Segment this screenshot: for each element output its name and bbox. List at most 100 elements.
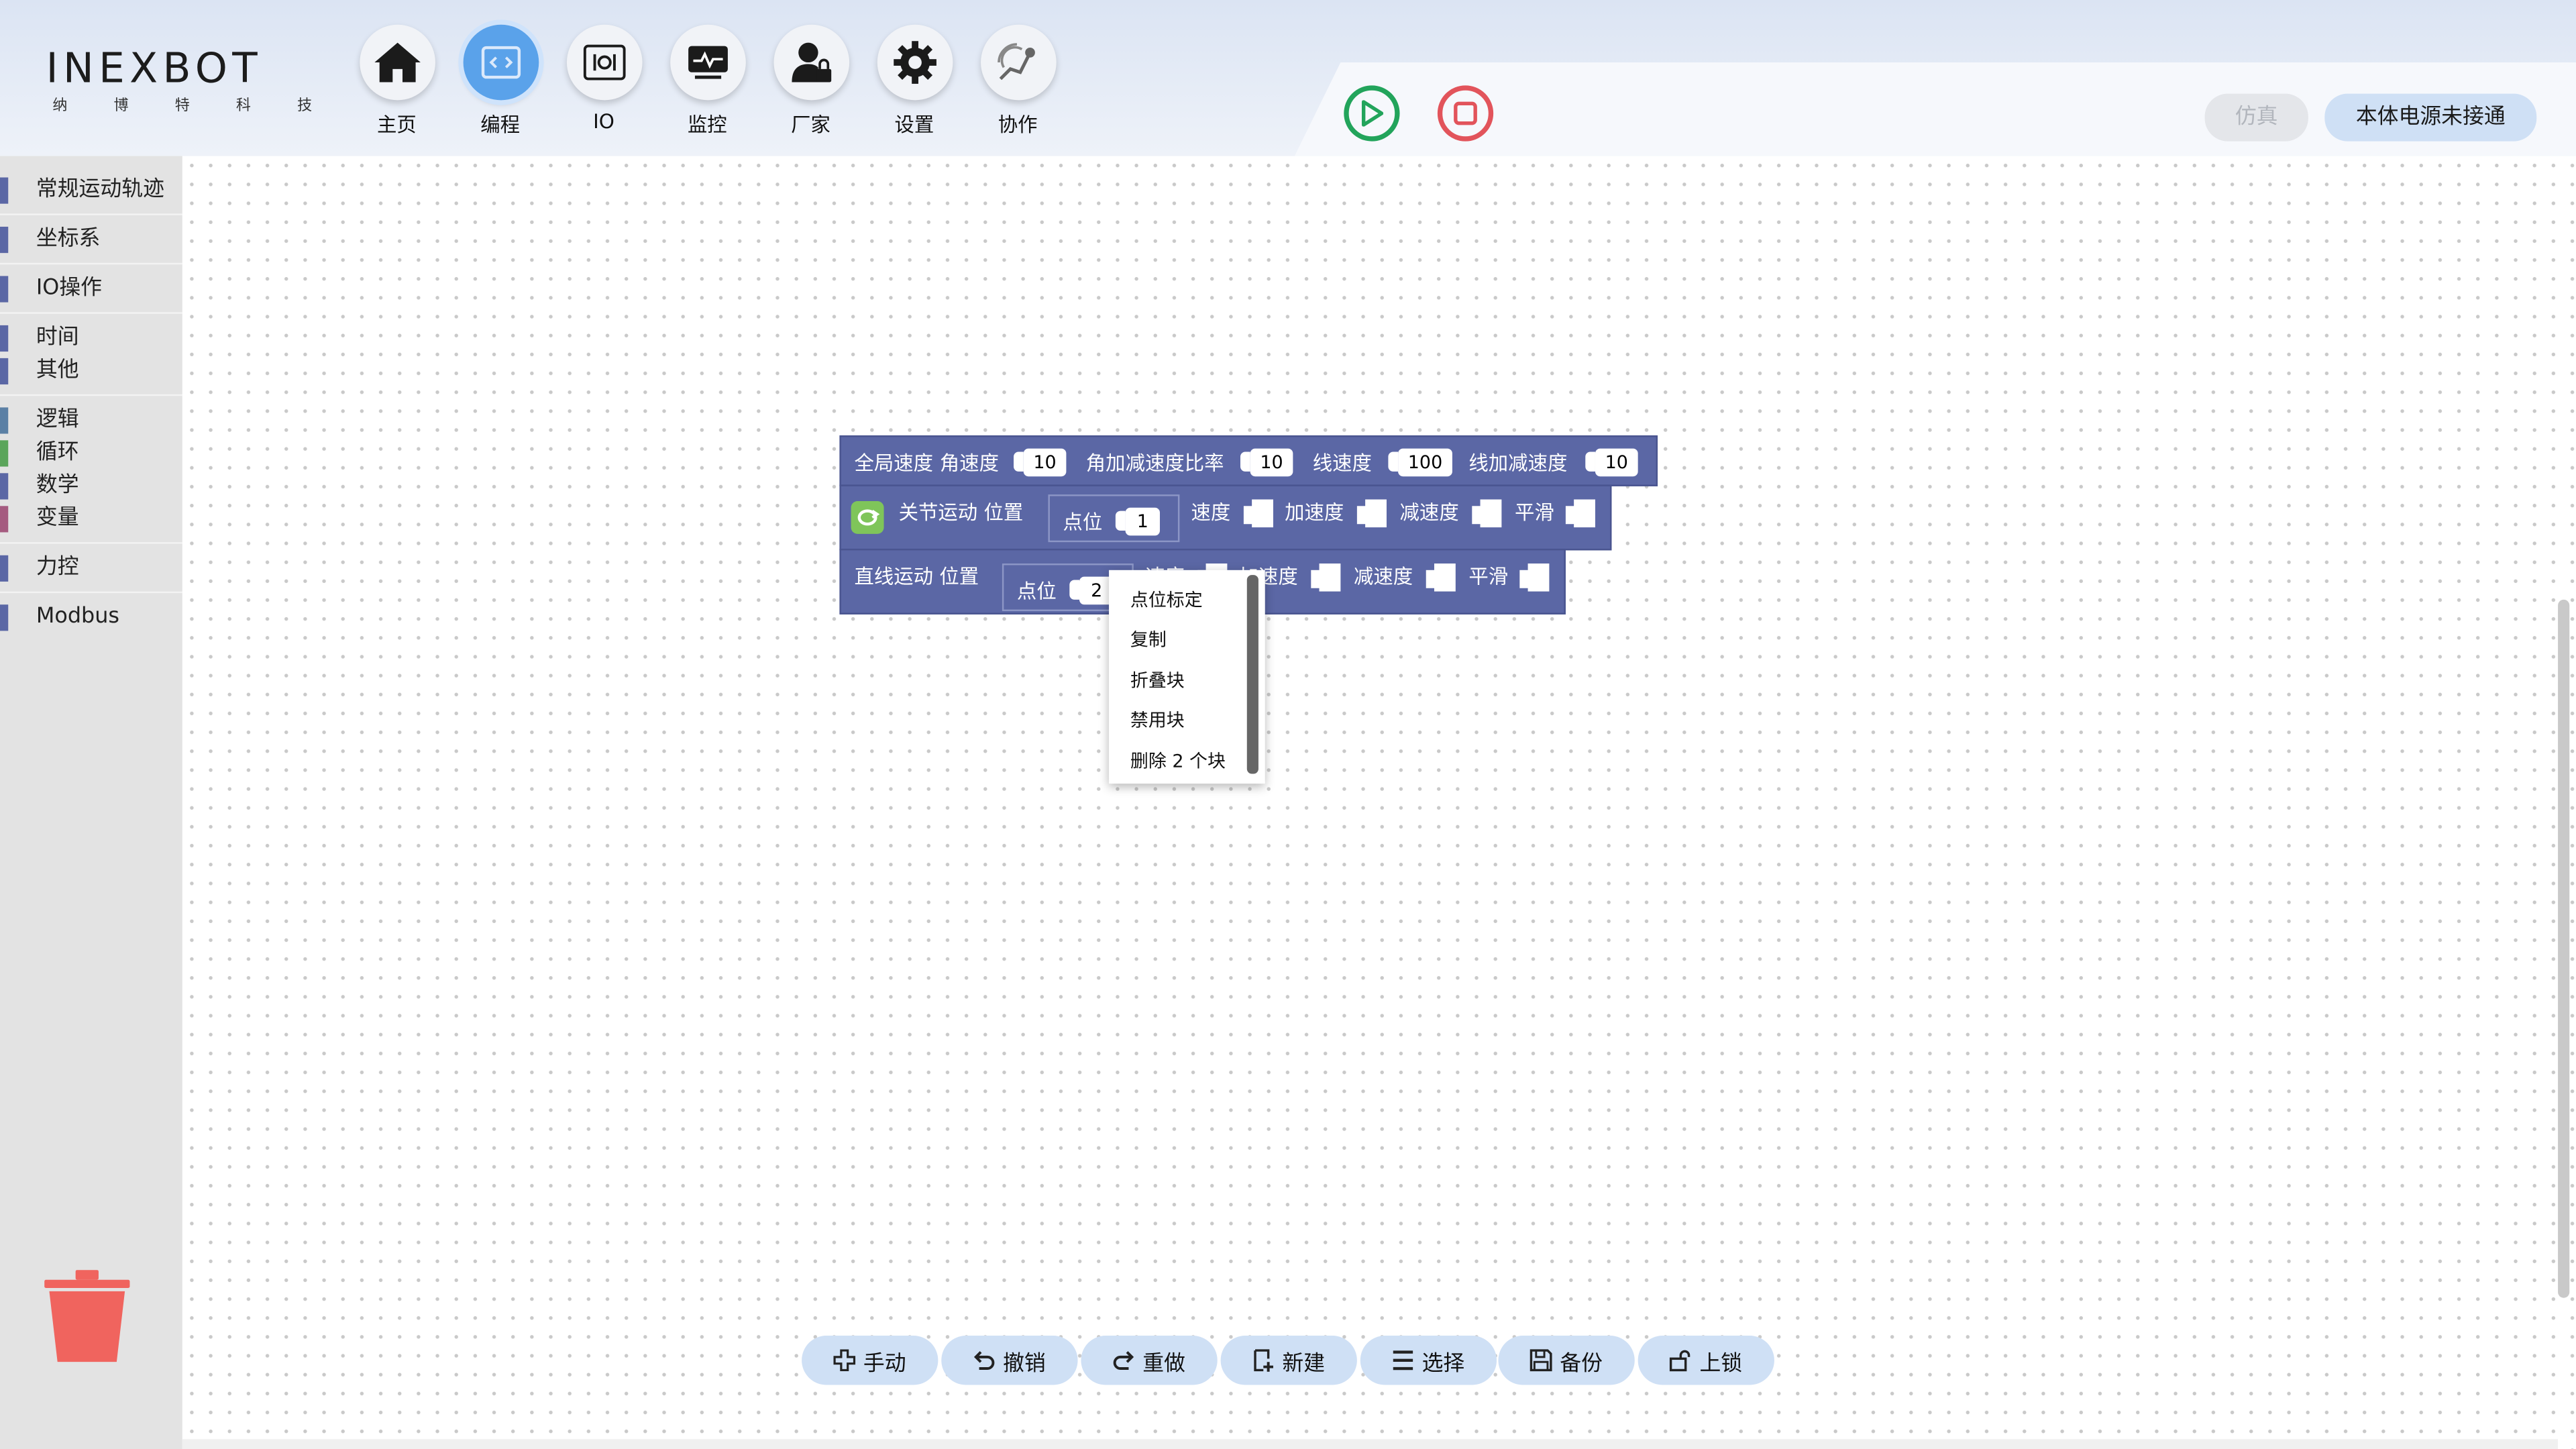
- input-slot[interactable]: [1480, 499, 1502, 528]
- category-time[interactable]: 时间: [0, 322, 182, 355]
- line-acc-input[interactable]: 10: [1595, 448, 1638, 477]
- block-category-sidebar: 常规运动轨迹 坐标系 IO操作 时间 其他 逻辑 循环 数学 变量 力控 Mod…: [0, 156, 182, 1449]
- category-color-bar: [0, 276, 9, 303]
- nav-label: 编程: [480, 113, 521, 137]
- joint-move-block[interactable]: 关节运动 位置 点位 1 速度 加速度 减速度 平滑: [839, 484, 1612, 551]
- play-icon: [1361, 100, 1384, 127]
- block-title: 直线运动 位置: [854, 565, 979, 588]
- angle-acc-ratio-input[interactable]: 10: [1250, 448, 1293, 477]
- logo-subtitle: 纳 博 特 科 技: [46, 94, 313, 115]
- category-label: 循环: [36, 440, 79, 466]
- category-loop[interactable]: 循环: [0, 437, 182, 470]
- category-color-bar: [0, 506, 9, 533]
- nav-monitor[interactable]: 监控: [655, 24, 759, 138]
- block-label: 减速度: [1353, 565, 1413, 588]
- input-slot[interactable]: [1365, 499, 1387, 528]
- category-color-bar: [0, 407, 9, 434]
- block-label: 角速度: [939, 451, 1000, 475]
- input-slot[interactable]: [1434, 564, 1456, 592]
- blockly-workspace[interactable]: [182, 156, 2576, 1449]
- category-force[interactable]: 力控: [0, 552, 182, 585]
- simulation-button[interactable]: 仿真: [2204, 93, 2308, 142]
- workspace-vertical-scrollbar[interactable]: [2558, 599, 2570, 1298]
- toolbar-label: 备份: [1560, 1351, 1603, 1377]
- input-tab: [1240, 451, 1250, 472]
- io-icon: [566, 24, 642, 101]
- stop-button[interactable]: [1437, 85, 1494, 142]
- new-button[interactable]: 新建: [1220, 1336, 1357, 1385]
- point-sub-block[interactable]: 点位 1: [1048, 494, 1180, 543]
- manual-icon: [834, 1349, 857, 1372]
- toolbar-label: 新建: [1282, 1351, 1326, 1377]
- angle-speed-input[interactable]: 10: [1023, 448, 1067, 477]
- menu-item-collapse[interactable]: 折叠块: [1130, 667, 1185, 693]
- category-label: 坐标系: [36, 226, 101, 252]
- block-label: 线加减速度: [1468, 451, 1568, 475]
- toolbar-label: 手动: [863, 1351, 906, 1377]
- nav-settings[interactable]: 设置: [863, 24, 966, 138]
- power-status-button[interactable]: 本体电源未接通: [2324, 93, 2537, 142]
- category-color-bar: [0, 440, 9, 467]
- category-label: IO操作: [36, 276, 103, 301]
- nav-cooperate[interactable]: 协作: [966, 24, 1069, 138]
- category-label: 力控: [36, 555, 79, 580]
- menu-item-calibrate-point[interactable]: 点位标定: [1130, 586, 1203, 612]
- lock-icon: [1670, 1350, 1691, 1372]
- stop-icon: [1454, 101, 1477, 125]
- category-io[interactable]: IO操作: [0, 273, 182, 306]
- run-button[interactable]: [1344, 85, 1400, 142]
- code-icon: [462, 24, 539, 101]
- point-input[interactable]: 1: [1125, 507, 1160, 536]
- category-coordinate[interactable]: 坐标系: [0, 223, 182, 256]
- category-math[interactable]: 数学: [0, 470, 182, 502]
- menu-item-delete[interactable]: 删除 2 个块: [1130, 747, 1226, 773]
- category-modbus[interactable]: Modbus: [0, 601, 182, 634]
- logo-text: INEXBOT: [46, 44, 263, 93]
- nav-label: IO: [593, 110, 614, 133]
- global-speed-block[interactable]: 全局速度 角速度 10 角加减速度比率 10 线速度 100 线加减速度 10: [839, 435, 1658, 486]
- workspace-horizontal-scrollbar[interactable]: [182, 1439, 2559, 1449]
- nav-io[interactable]: IO: [552, 24, 655, 138]
- nav-home[interactable]: 主页: [345, 24, 448, 138]
- divider: [0, 262, 182, 265]
- toolbar-label: 上锁: [1699, 1351, 1743, 1377]
- category-color-bar: [0, 555, 9, 582]
- trash-icon[interactable]: [44, 1270, 130, 1368]
- divider: [0, 591, 182, 594]
- block-label: 减速度: [1399, 500, 1459, 525]
- nav-programming[interactable]: 编程: [449, 24, 552, 138]
- logo-sub-char: 纳: [52, 98, 68, 115]
- nav-vendor[interactable]: 厂家: [759, 24, 862, 138]
- category-motion[interactable]: 常规运动轨迹: [0, 174, 182, 207]
- undo-button[interactable]: 撤销: [941, 1336, 1078, 1385]
- block-label: 加速度: [1285, 500, 1344, 525]
- input-slot[interactable]: [1319, 564, 1341, 592]
- category-label: 其他: [36, 358, 79, 383]
- category-logic[interactable]: 逻辑: [0, 404, 182, 437]
- input-slot[interactable]: [1574, 499, 1595, 528]
- category-color-bar: [0, 325, 9, 352]
- redo-button[interactable]: 重做: [1081, 1336, 1218, 1385]
- category-label: 逻辑: [36, 407, 79, 433]
- lock-button[interactable]: 上锁: [1638, 1336, 1774, 1385]
- select-icon: [1393, 1350, 1414, 1371]
- category-variable[interactable]: 变量: [0, 502, 182, 535]
- monitor-icon: [669, 24, 745, 101]
- undo-icon: [975, 1351, 996, 1370]
- manual-button[interactable]: 手动: [802, 1336, 938, 1385]
- divider: [0, 213, 182, 215]
- input-slot[interactable]: [1252, 499, 1273, 528]
- category-color-bar: [0, 473, 9, 500]
- input-slot[interactable]: [1527, 564, 1550, 592]
- select-button[interactable]: 选择: [1360, 1336, 1497, 1385]
- context-menu-scrollbar[interactable]: [1246, 575, 1258, 774]
- block-label: 平滑: [1468, 565, 1509, 588]
- line-speed-input[interactable]: 100: [1398, 448, 1452, 477]
- category-label: Modbus: [36, 604, 120, 629]
- backup-button[interactable]: 备份: [1498, 1336, 1635, 1385]
- category-label: 常规运动轨迹: [36, 177, 164, 203]
- category-other[interactable]: 其他: [0, 355, 182, 388]
- menu-item-copy[interactable]: 复制: [1130, 626, 1167, 652]
- category-color-bar: [0, 358, 9, 385]
- menu-item-disable[interactable]: 禁用块: [1130, 706, 1185, 733]
